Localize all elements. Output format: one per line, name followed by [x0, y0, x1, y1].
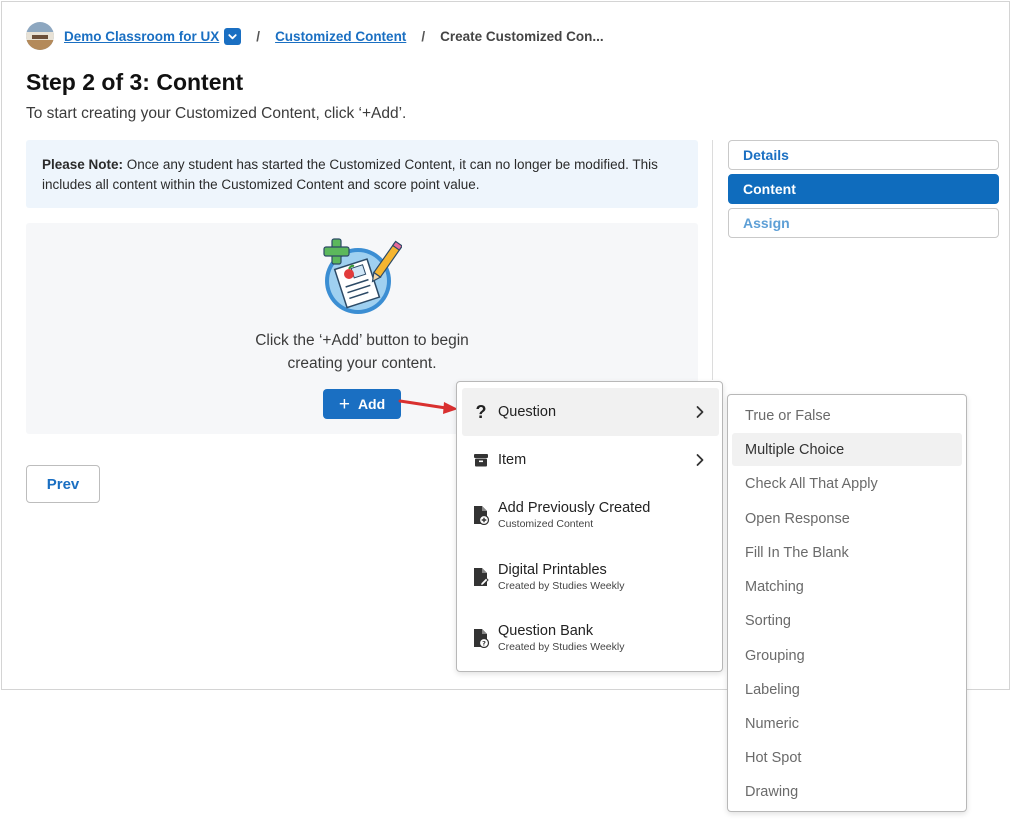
empty-state-line2: creating your content. — [287, 355, 437, 372]
classroom-avatar — [26, 22, 54, 50]
breadcrumb: Demo Classroom for UX / Customized Conte… — [26, 22, 604, 50]
please-note-banner: Please Note: Once any student has starte… — [26, 140, 698, 208]
add-button-label: Add — [357, 396, 386, 412]
menu-item-add-previously-created[interactable]: Add Previously Created Customized Conten… — [462, 484, 719, 546]
menu-item-label: Question — [498, 404, 557, 420]
step-details[interactable]: Details — [728, 140, 999, 170]
menu-item-label: Question Bank — [498, 623, 594, 639]
breadcrumb-current: Create Customized Con... — [440, 28, 604, 44]
file-edit-icon — [470, 567, 492, 587]
create-content-illustration-icon — [322, 237, 404, 317]
menu-item-text: Digital Printables Created by Studies We… — [498, 562, 624, 592]
empty-state-message: Click the ‘+Add’ button to begin creatin… — [26, 329, 698, 375]
submenu-item-numeric[interactable]: Numeric — [732, 707, 962, 740]
file-plus-icon — [470, 505, 492, 525]
submenu-item-matching[interactable]: Matching — [732, 570, 962, 603]
breadcrumb-section-link[interactable]: Customized Content — [275, 29, 406, 44]
plus-icon: + — [338, 393, 350, 415]
submenu-item-open-response[interactable]: Open Response — [732, 502, 962, 535]
box-icon — [470, 452, 492, 468]
note-text: Once any student has started the Customi… — [42, 157, 658, 192]
menu-item-question[interactable]: ? Question — [462, 388, 719, 436]
submenu-item-true-or-false[interactable]: True or False — [732, 399, 962, 432]
menu-item-sublabel: Customized Content — [498, 518, 594, 530]
add-button[interactable]: + Add — [323, 389, 401, 419]
submenu-item-grouping[interactable]: Grouping — [732, 639, 962, 672]
step-label: Assign — [743, 215, 790, 231]
breadcrumb-classroom-link[interactable]: Demo Classroom for UX — [64, 29, 219, 44]
menu-item-text: Question Bank Created by Studies Weekly — [498, 623, 624, 653]
submenu-item-labeling[interactable]: Labeling — [732, 673, 962, 706]
submenu-item-hot-spot[interactable]: Hot Spot — [732, 741, 962, 774]
add-dropdown-menu: ? Question Item Add Previously Created C… — [456, 381, 723, 672]
submenu-item-check-all-that-apply[interactable]: Check All That Apply — [732, 467, 962, 500]
menu-item-item[interactable]: Item — [462, 436, 719, 484]
step-assign[interactable]: Assign — [728, 208, 999, 238]
chevron-right-icon — [696, 406, 704, 418]
submenu-item-sorting[interactable]: Sorting — [732, 604, 962, 637]
menu-item-question-bank[interactable]: ? Question Bank Created by Studies Weekl… — [462, 608, 719, 668]
breadcrumb-separator: / — [421, 28, 426, 44]
svg-text:?: ? — [482, 639, 486, 647]
menu-item-sublabel: Created by Studies Weekly — [498, 641, 625, 653]
file-question-icon: ? — [470, 628, 492, 648]
question-type-submenu: True or False Multiple Choice Check All … — [727, 394, 967, 812]
vertical-divider — [712, 140, 713, 380]
step-content[interactable]: Content — [728, 174, 999, 204]
page-subtitle: To start creating your Customized Conten… — [26, 105, 407, 122]
step-label: Details — [743, 147, 789, 163]
submenu-item-fill-in-the-blank[interactable]: Fill In The Blank — [732, 536, 962, 569]
menu-item-sublabel: Created by Studies Weekly — [498, 580, 625, 592]
chevron-right-icon — [696, 454, 704, 466]
step-label: Content — [743, 181, 796, 197]
chevron-down-icon — [228, 33, 237, 39]
steps-nav: Details Content Assign — [728, 140, 999, 242]
note-label: Please Note: — [42, 157, 124, 172]
menu-item-digital-printables[interactable]: Digital Printables Created by Studies We… — [462, 546, 719, 608]
page-title: Step 2 of 3: Content — [26, 69, 244, 95]
menu-item-label: Item — [498, 452, 527, 468]
empty-state-line1: Click the ‘+Add’ button to begin — [255, 332, 469, 349]
question-mark-icon: ? — [475, 401, 487, 422]
prev-button[interactable]: Prev — [26, 465, 100, 503]
submenu-item-drawing[interactable]: Drawing — [732, 775, 962, 808]
submenu-item-multiple-choice[interactable]: Multiple Choice — [732, 433, 962, 466]
annotation-arrow-icon — [398, 399, 458, 414]
menu-item-label: Digital Printables — [498, 562, 607, 578]
menu-item-text: Add Previously Created Customized Conten… — [498, 500, 650, 530]
classroom-dropdown-button[interactable] — [224, 27, 242, 45]
menu-item-label: Add Previously Created — [498, 500, 651, 516]
breadcrumb-separator: / — [256, 28, 261, 44]
